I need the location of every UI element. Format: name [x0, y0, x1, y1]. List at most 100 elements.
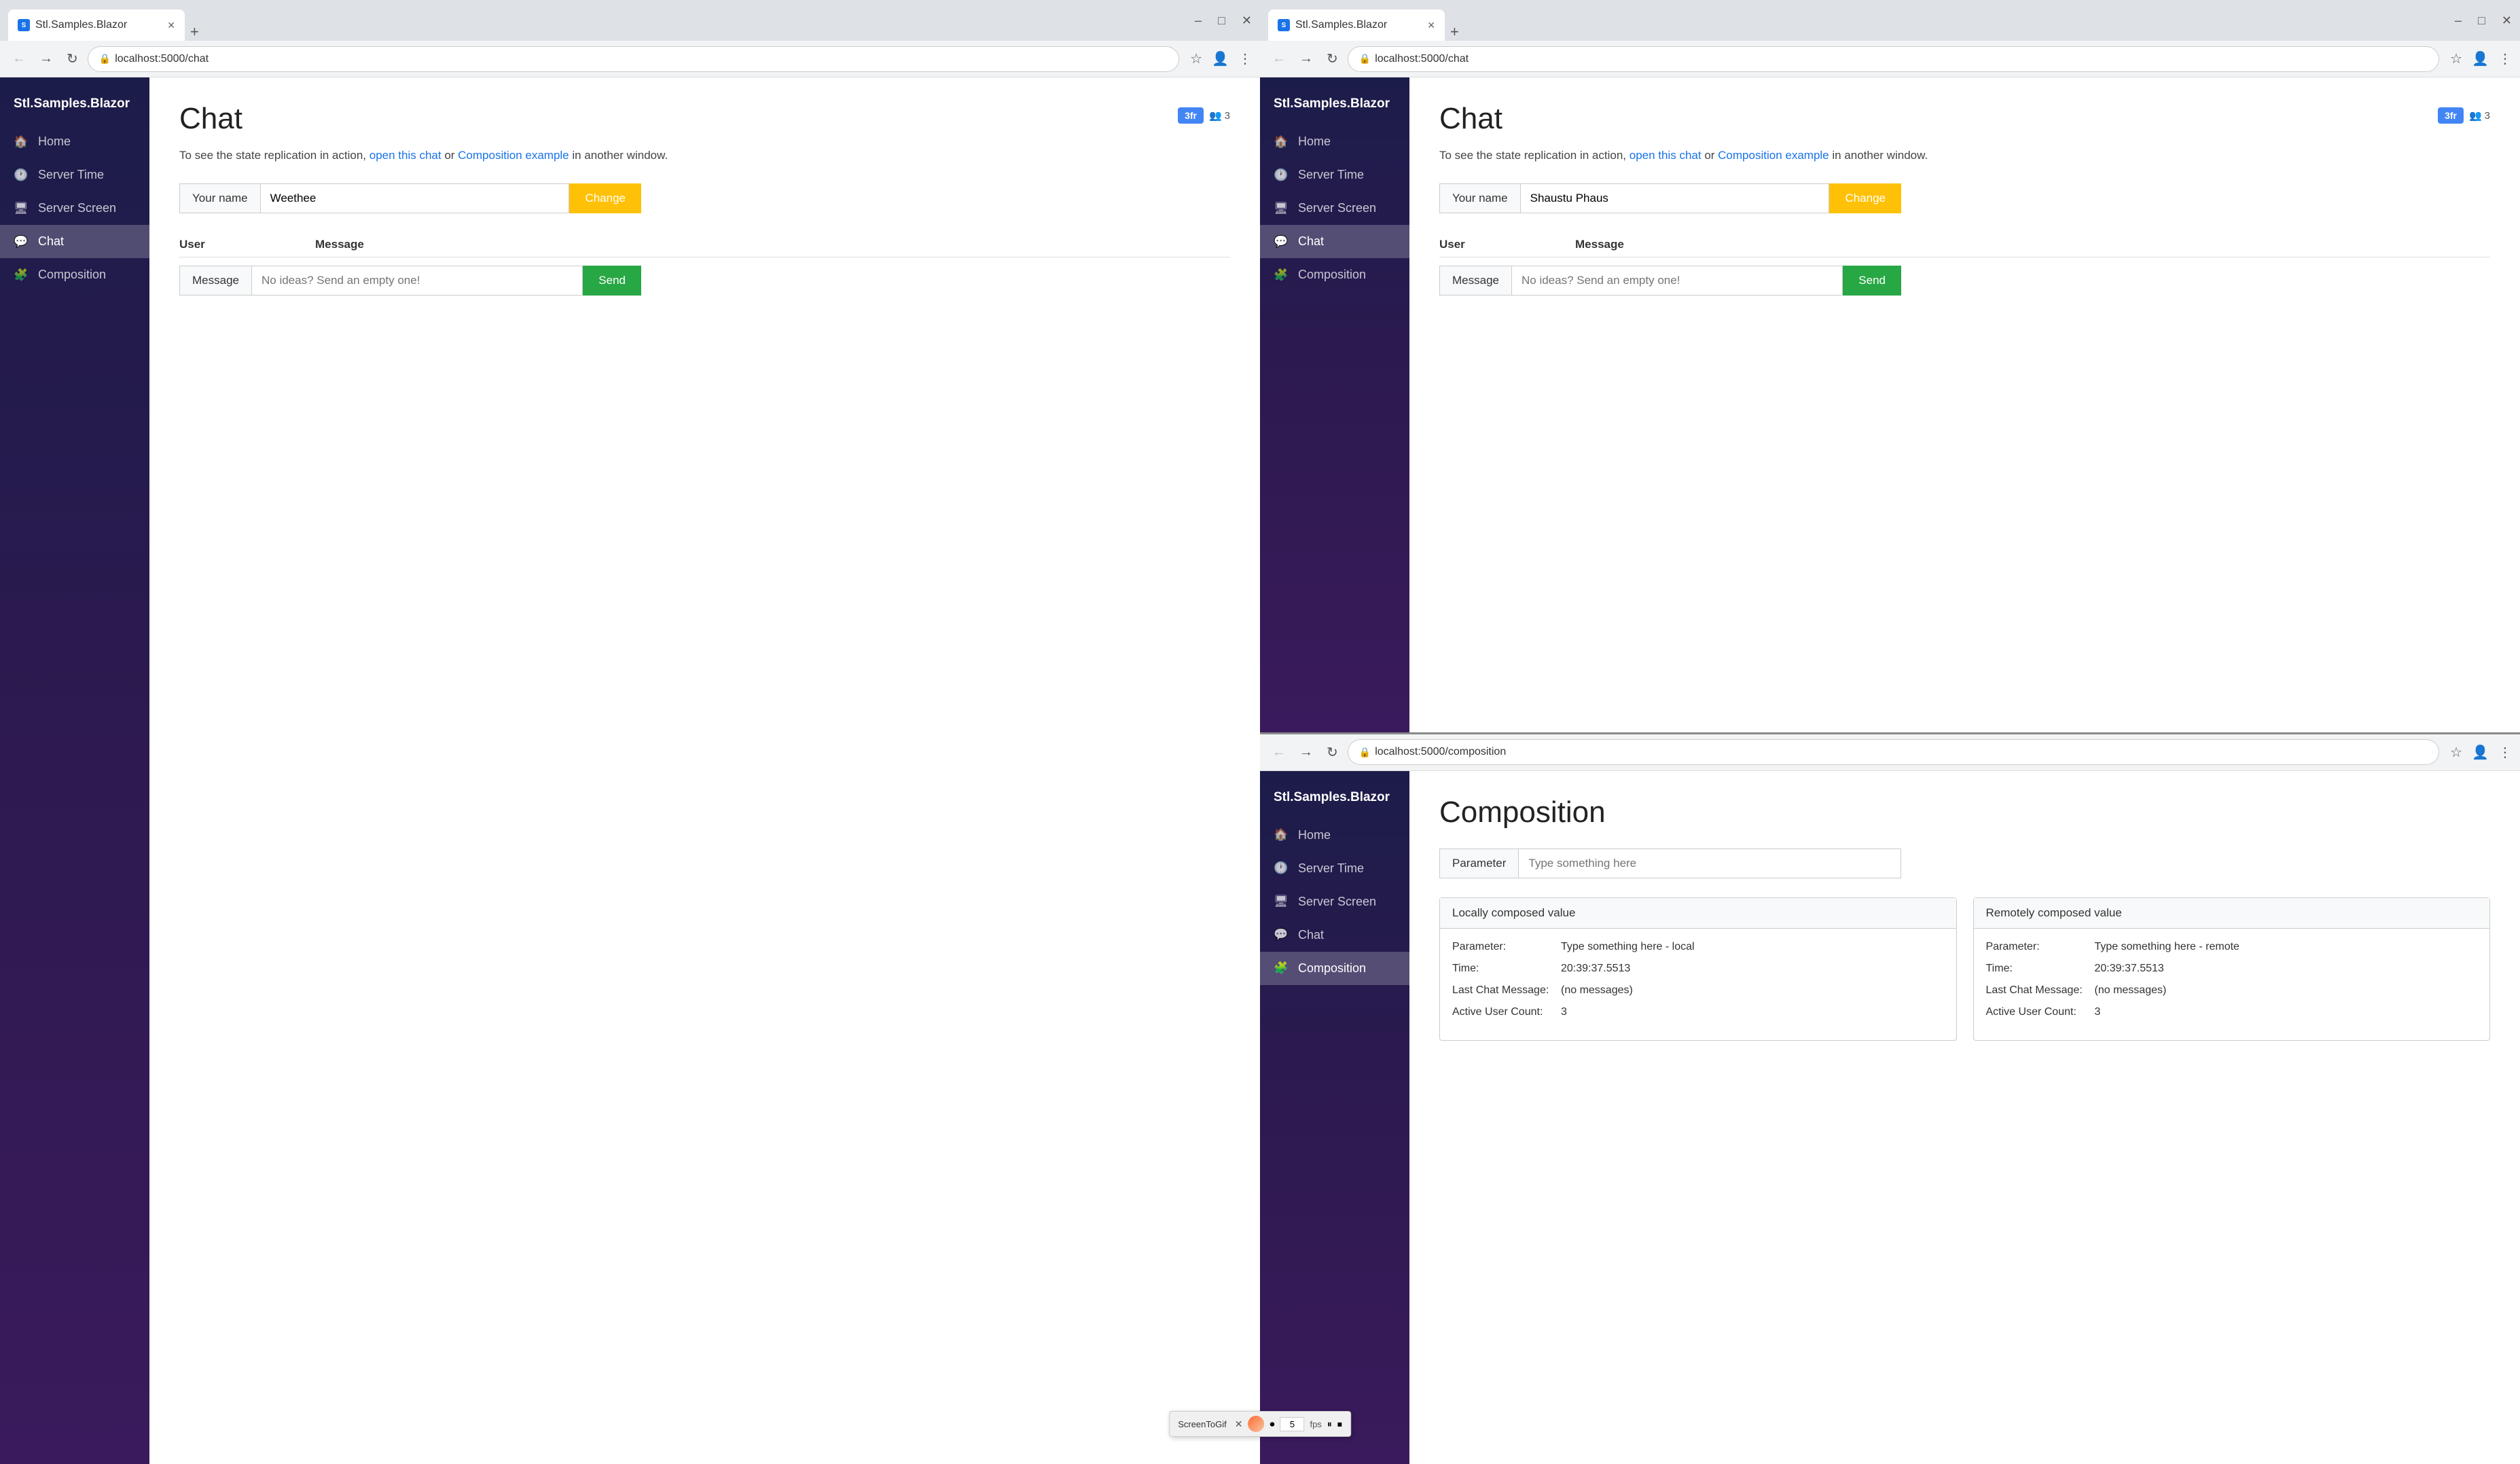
comp-param-input[interactable] [1519, 849, 1901, 878]
left-window-controls: – □ ✕ [1195, 14, 1252, 28]
right-top-name-form: Your name Change [1439, 183, 1901, 213]
rt-badge-3fr: 3fr [2438, 107, 2464, 124]
left-user-count: 3 [1225, 110, 1230, 122]
screentogif-pause-btn[interactable]: ⏸ [1327, 1418, 1332, 1430]
left-nav-server-time[interactable]: 🕐 Server Time [0, 158, 149, 192]
left-sidebar: Stl.Samples.Blazor 🏠 Home 🕐 Server Time … [0, 77, 149, 1464]
comp-local-users-key: Active User Count: [1452, 1006, 1561, 1018]
right-top-forward-btn[interactable]: → [1295, 48, 1317, 69]
right-top-tab-close[interactable]: ✕ [1427, 20, 1435, 31]
rb-star-icon[interactable]: ☆ [2450, 744, 2462, 761]
left-tab-close[interactable]: ✕ [167, 20, 175, 31]
rb-nav-chat[interactable]: 💬 Chat [1260, 918, 1409, 952]
right-top-new-tab[interactable]: + [1445, 23, 1464, 41]
rt-nav-server-screen[interactable]: 🖥 Server Screen [1260, 192, 1409, 225]
comp-local-users-row: Active User Count: 3 [1452, 1006, 1944, 1018]
comp-remote-panel: Remotely composed value Parameter: Type … [1973, 897, 2491, 1041]
rt-nav-home-label: Home [1298, 135, 1331, 149]
comp-local-param-val: Type something here - local [1561, 941, 1944, 953]
rt-badge-users: 👥 3 [2469, 109, 2490, 122]
rt-nav-chat-label: Chat [1298, 234, 1324, 249]
rt-account-icon[interactable]: 👤 [2472, 50, 2489, 67]
right-bottom-urlbar[interactable]: 🔒 localhost:5000/composition [1348, 739, 2439, 765]
rb-reload-btn[interactable]: ↻ [1322, 741, 1342, 764]
left-new-tab[interactable]: + [185, 23, 204, 41]
minimize-icon[interactable]: – [1195, 14, 1202, 28]
rt-minimize-icon[interactable]: – [2455, 14, 2462, 28]
rb-screen-icon: 🖥 [1274, 895, 1289, 908]
rb-nav-server-time[interactable]: 🕐 Server Time [1260, 852, 1409, 885]
right-top-urlbar[interactable]: 🔒 localhost:5000/chat [1348, 46, 2439, 72]
rb-menu-icon[interactable]: ⋮ [2498, 744, 2512, 761]
left-reload-btn[interactable]: ↻ [62, 48, 82, 70]
screentogif-close-btn[interactable]: ✕ [1235, 1418, 1243, 1430]
left-send-btn[interactable]: Send [583, 266, 641, 296]
right-bottom-sidebar: Stl.Samples.Blazor 🏠 Home 🕐 Server Time [1260, 771, 1409, 1464]
rt-nav-composition[interactable]: 🧩 Composition [1260, 258, 1409, 291]
rt-nav-chat[interactable]: 💬 Chat [1260, 225, 1409, 258]
rb-nav-composition[interactable]: 🧩 Composition [1260, 952, 1409, 985]
comp-remote-chat-val: (no messages) [2095, 984, 2478, 997]
right-top-brand: Stl.Samples.Blazor [1260, 91, 1409, 125]
comp-local-body: Parameter: Type something here - local T… [1440, 929, 1956, 1040]
right-top-window-controls: – □ ✕ [2455, 14, 2512, 28]
rt-nav-server-time[interactable]: 🕐 Server Time [1260, 158, 1409, 192]
right-bottom-navbar: ← → ↻ 🔒 localhost:5000/composition ☆ 👤 ⋮ [1260, 734, 2520, 771]
left-link2[interactable]: Composition example [458, 149, 569, 162]
menu-icon[interactable]: ⋮ [1238, 50, 1252, 67]
left-tab[interactable]: S Stl.Samples.Blazor ✕ [8, 10, 185, 41]
comp-remote-time-val: 20:39:37.5513 [2095, 963, 2478, 975]
left-change-btn[interactable]: Change [569, 183, 641, 213]
left-nav-home-label: Home [38, 135, 71, 149]
maximize-icon[interactable]: □ [1218, 14, 1225, 28]
comp-param-row: Parameter [1439, 849, 1901, 878]
left-nav-chat[interactable]: 💬 Chat [0, 225, 149, 258]
rt-users-icon: 👥 [2469, 109, 2482, 122]
star-icon[interactable]: ☆ [1190, 50, 1202, 67]
rt-star-icon[interactable]: ☆ [2450, 50, 2462, 67]
rt-change-btn[interactable]: Change [1829, 183, 1901, 213]
screentogif-stop-btn[interactable]: ⏹ [1337, 1418, 1342, 1430]
rb-account-icon[interactable]: 👤 [2472, 744, 2489, 761]
comp-page-title: Composition [1439, 796, 2490, 829]
rb-home-icon: 🏠 [1274, 828, 1289, 842]
rt-link1[interactable]: open this chat [1630, 149, 1702, 162]
rt-home-icon: 🏠 [1274, 135, 1289, 149]
rt-link2[interactable]: Composition example [1718, 149, 1829, 162]
left-link1[interactable]: open this chat [370, 149, 442, 162]
left-urlbar[interactable]: 🔒 localhost:5000/chat [88, 46, 1179, 72]
rt-close-icon[interactable]: ✕ [2502, 14, 2512, 28]
rb-nav-server-screen[interactable]: 🖥 Server Screen [1260, 885, 1409, 918]
comp-local-time-val: 20:39:37.5513 [1561, 963, 1944, 975]
right-top-back-btn[interactable]: ← [1268, 48, 1290, 69]
left-name-input[interactable] [261, 183, 570, 213]
comp-remote-body: Parameter: Type something here - remote … [1974, 929, 2490, 1040]
left-badge-users: 👥 3 [1209, 109, 1230, 122]
right-top-reload-btn[interactable]: ↻ [1322, 48, 1342, 70]
screentogif-fps-input[interactable] [1280, 1417, 1304, 1431]
right-top-tab[interactable]: S Stl.Samples.Blazor ✕ [1268, 10, 1445, 41]
close-icon[interactable]: ✕ [1242, 14, 1252, 28]
comp-local-panel: Locally composed value Parameter: Type s… [1439, 897, 1957, 1041]
left-message-input[interactable] [252, 266, 583, 296]
rb-nav-home[interactable]: 🏠 Home [1260, 819, 1409, 852]
rb-forward-btn[interactable]: → [1295, 742, 1317, 763]
rt-message-input[interactable] [1512, 266, 1843, 296]
rt-your-name-label: Your name [1439, 183, 1521, 213]
rt-nav-home[interactable]: 🏠 Home [1260, 125, 1409, 158]
left-back-btn[interactable]: ← [8, 48, 30, 69]
rt-name-input[interactable] [1521, 183, 1830, 213]
rt-lock-icon: 🔒 [1359, 53, 1371, 65]
rt-maximize-icon[interactable]: □ [2478, 14, 2485, 28]
left-forward-btn[interactable]: → [35, 48, 57, 69]
rt-menu-icon[interactable]: ⋮ [2498, 50, 2512, 67]
left-nav-composition[interactable]: 🧩 Composition [0, 258, 149, 291]
left-nav-server-screen[interactable]: 🖥 Server Screen [0, 192, 149, 225]
comp-remote-chat-row: Last Chat Message: (no messages) [1986, 984, 2478, 997]
left-nav-home[interactable]: 🏠 Home [0, 125, 149, 158]
rb-back-btn[interactable]: ← [1268, 742, 1290, 763]
account-icon[interactable]: 👤 [1212, 50, 1229, 67]
rt-send-btn[interactable]: Send [1843, 266, 1901, 296]
right-top-chat-title: Chat [1439, 102, 1502, 136]
left-tab-title: Stl.Samples.Blazor [35, 19, 156, 31]
